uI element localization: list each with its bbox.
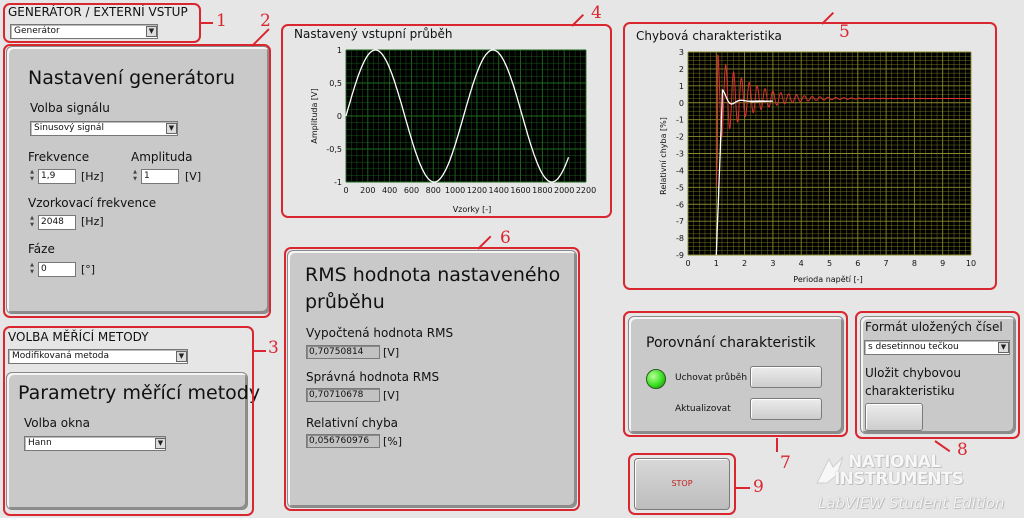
annotation-box-9 [628,453,736,515]
annotation-box-1 [3,3,201,43]
annotation-label-6: 6 [500,228,511,248]
annotation-label-1: 1 [216,11,227,31]
watermark-line3: LabVIEW Student Edition [818,494,1005,512]
annotation-box-8 [855,311,1020,439]
annotation-label-2: 2 [260,11,271,31]
annotation-leader-7 [776,438,778,452]
annotation-box-5 [623,22,997,290]
annotation-label-5: 5 [839,22,850,42]
annotation-box-2 [3,44,271,318]
annotation-label-8: 8 [957,440,968,460]
annotation-box-4 [281,24,612,218]
annotation-label-9: 9 [753,477,764,497]
watermark-line2: INSTRUMENTS [834,469,964,489]
annotation-box-6 [284,247,580,511]
annotation-label-7: 7 [780,453,791,473]
annotation-leader-9 [736,487,750,489]
annotation-leader-1 [201,22,213,24]
annotation-leader-3 [254,350,266,352]
annotation-leader-8 [934,440,951,453]
annotation-label-3: 3 [268,338,279,358]
annotation-box-3 [3,326,254,516]
annotation-label-4: 4 [591,3,602,23]
annotation-box-7 [623,311,848,437]
